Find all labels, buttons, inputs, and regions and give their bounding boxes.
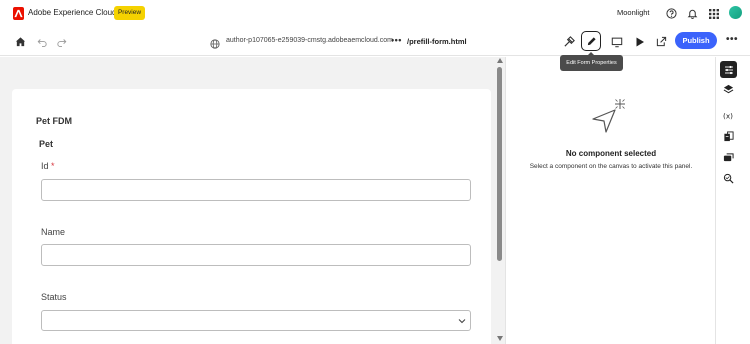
empty-state-description: Select a component on the canvas to acti…	[529, 163, 693, 170]
status-select[interactable]	[41, 310, 471, 331]
pick-icon[interactable]	[562, 34, 577, 49]
url-more-button[interactable]: •••	[391, 35, 402, 45]
chevron-down-icon	[458, 319, 466, 324]
bell-icon[interactable]	[686, 7, 699, 20]
edit-pencil-icon[interactable]	[584, 34, 599, 49]
url-host[interactable]: author-p107065-e259039-cmstg.adobeaemclo…	[226, 37, 393, 44]
play-icon[interactable]	[632, 34, 647, 49]
global-header: Adobe Experience Cloud Preview Moonlight	[0, 0, 750, 27]
scroll-down-arrow-icon[interactable]	[497, 336, 503, 341]
org-switcher[interactable]: Moonlight	[617, 8, 650, 17]
adobe-logo-icon[interactable]	[13, 7, 24, 20]
rules-icon[interactable]	[720, 149, 737, 166]
search-replace-icon[interactable]	[720, 170, 737, 187]
id-input[interactable]	[41, 179, 471, 201]
data-source-icon[interactable]	[720, 128, 737, 145]
properties-panel: No component selected Select a component…	[505, 57, 715, 344]
publish-button[interactable]: Publish	[675, 32, 717, 49]
scroll-thumb[interactable]	[497, 67, 502, 261]
required-marker: *	[51, 161, 55, 171]
redo-icon[interactable]	[55, 35, 68, 48]
id-field-label[interactable]: Id *	[41, 161, 55, 171]
name-input[interactable]	[41, 244, 471, 266]
form-container[interactable]: Pet FDM Pet Id * Name Status	[12, 89, 491, 344]
empty-state-title: No component selected	[565, 149, 657, 158]
page-path: /prefill-form.html	[407, 37, 467, 46]
scroll-up-arrow-icon[interactable]	[497, 58, 503, 63]
id-label-text: Id	[41, 161, 49, 171]
apps-grid-icon[interactable]	[707, 7, 720, 20]
more-actions-button[interactable]: •••	[726, 34, 738, 45]
cursor-sparkle-icon	[592, 99, 625, 133]
preview-badge: Preview	[114, 6, 145, 20]
right-rail	[715, 57, 750, 344]
desktop-icon[interactable]	[609, 34, 624, 49]
variables-icon[interactable]: (x)	[720, 107, 737, 124]
form-canvas[interactable]: Pet FDM Pet Id * Name Status	[0, 57, 505, 344]
properties-sliders-icon[interactable]	[720, 61, 737, 78]
panel-title[interactable]: Pet	[39, 139, 53, 149]
svg-text:(x): (x)	[723, 111, 733, 120]
app: Adobe Experience Cloud Preview Moonlight…	[0, 0, 750, 344]
edit-properties-tooltip: Edit Form Properties	[560, 52, 623, 71]
open-external-icon[interactable]	[654, 34, 669, 49]
help-icon[interactable]	[665, 7, 678, 20]
undo-icon[interactable]	[35, 35, 48, 48]
globe-icon	[210, 36, 220, 49]
brand-name[interactable]: Adobe Experience Cloud	[28, 8, 117, 17]
home-icon[interactable]	[14, 35, 27, 48]
layers-icon[interactable]	[720, 81, 737, 98]
status-field-label[interactable]: Status	[41, 292, 67, 302]
user-avatar[interactable]	[729, 6, 742, 19]
name-field-label[interactable]: Name	[41, 227, 65, 237]
form-title[interactable]: Pet FDM	[36, 116, 72, 126]
